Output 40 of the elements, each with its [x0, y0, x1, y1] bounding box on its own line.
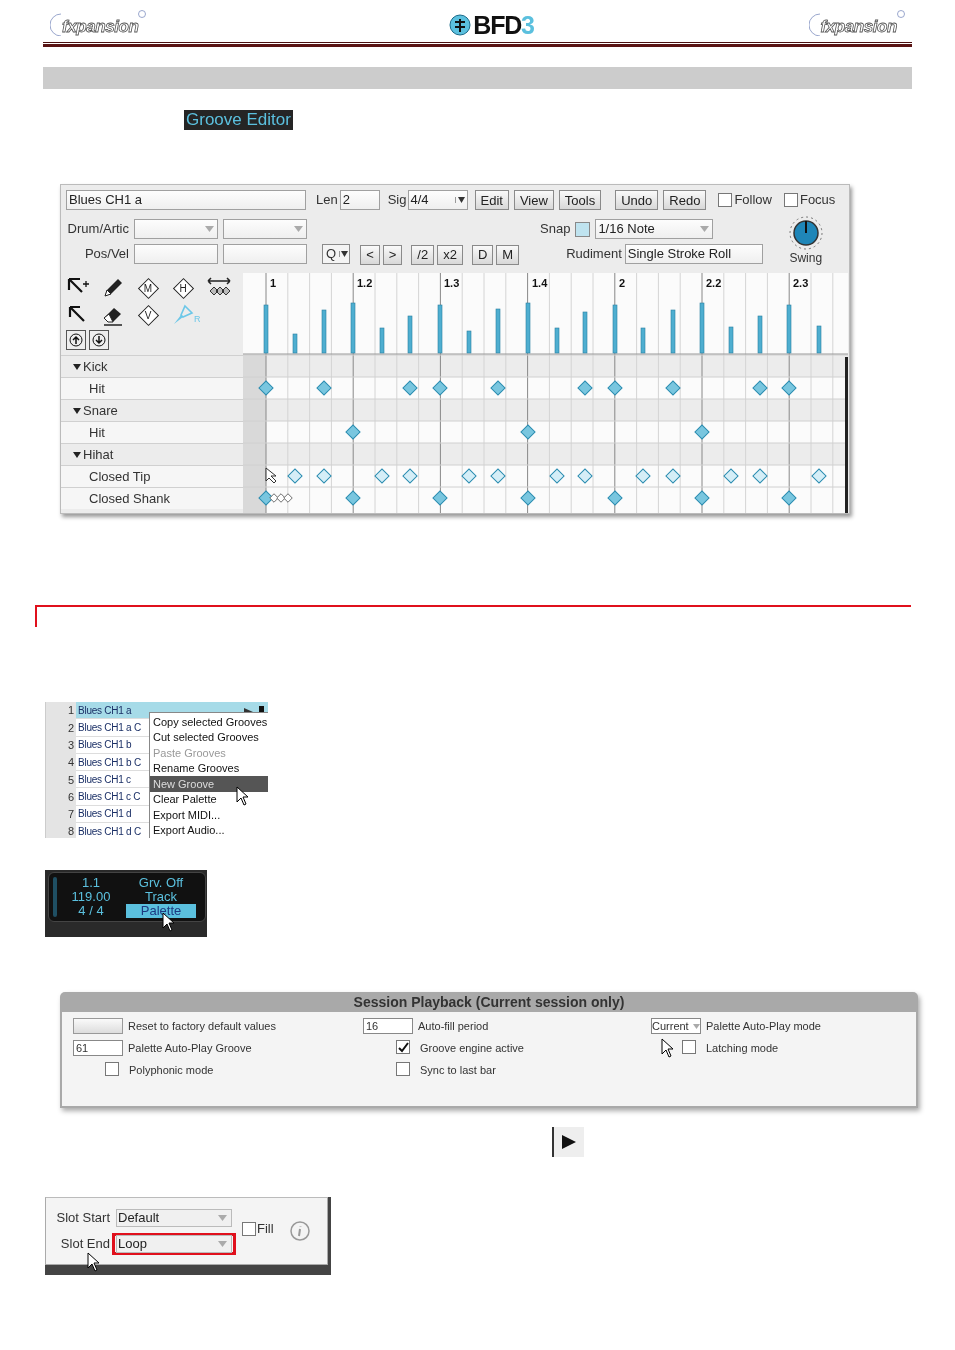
brand-logo: fxpansion: [820, 16, 897, 39]
setting-label: Auto-fill period: [418, 1019, 489, 1034]
bar-label: 1.3: [444, 277, 460, 289]
setting-label: Polyphonic mode: [129, 1063, 214, 1078]
fill-label: Fill: [257, 1220, 274, 1239]
setting-label: Groove engine active: [420, 1041, 524, 1056]
position-readout: 1.1: [81, 876, 101, 890]
bar-label: 2.3: [793, 277, 809, 289]
signature-readout: 4 / 4: [78, 904, 104, 918]
bar-label: 2: [619, 277, 626, 289]
bar-label: 1.2: [357, 277, 373, 289]
tempo-readout: 119.00: [71, 890, 111, 904]
row-number: 5: [46, 771, 76, 789]
panel-title: Session Playback (Current session only): [352, 993, 626, 1012]
bar-label: 1: [270, 277, 277, 289]
snap-label: Snap: [540, 220, 571, 239]
row-number: 6: [46, 788, 76, 806]
row-number: 2: [46, 719, 76, 737]
pos-vel-label: Pos/Vel: [83, 245, 129, 264]
bar-label: 2.2: [706, 277, 722, 289]
section-title: Groove Editor: [184, 110, 293, 130]
setting-label: Palette Auto-Play Groove: [128, 1041, 252, 1056]
slot-label: Slot End: [59, 1235, 110, 1254]
checkbox-label: Focus: [799, 191, 836, 210]
setting-label: Palette Auto-Play mode: [706, 1019, 821, 1034]
swing-label: Swing: [789, 250, 823, 267]
setting-label: Reset to factory default values: [128, 1019, 276, 1034]
checkbox-label: Follow: [734, 191, 772, 210]
setting-label: Sync to last bar: [420, 1063, 496, 1078]
sig-label: Sig: [387, 191, 407, 210]
brand-logo: fxpansion: [62, 16, 139, 39]
setting-label: Latching mode: [706, 1041, 779, 1056]
product-logo: BFD3: [473, 12, 534, 38]
len-label: Len: [316, 191, 338, 210]
row-number: 8: [46, 823, 76, 838]
drum-artic-label: Drum/Artic: [66, 220, 129, 239]
slot-label: Slot Start: [55, 1209, 110, 1228]
row-number: 1: [46, 702, 76, 720]
bar-label: 1.4: [532, 277, 548, 289]
rudiment-label: Rudiment: [566, 245, 622, 264]
